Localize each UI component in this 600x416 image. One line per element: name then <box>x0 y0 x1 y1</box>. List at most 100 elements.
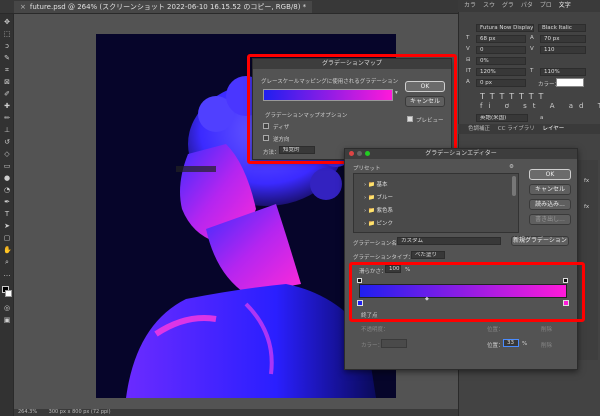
status-bar: 264.3% 300 px x 800 px (72 ppi) <box>14 409 458 416</box>
save-button[interactable]: 書き出し... <box>529 214 571 225</box>
zoom-tool-icon[interactable]: ⌕ <box>3 258 11 266</box>
close-window-icon[interactable] <box>349 151 354 156</box>
pen-tool-icon[interactable]: ✒ <box>3 198 11 206</box>
opacity-delete-label[interactable]: 削除 <box>541 325 552 333</box>
document-size: 300 px x 800 px (72 ppi) <box>48 409 111 415</box>
quick-select-tool-icon[interactable]: ✎ <box>3 54 11 62</box>
horizontal-scale-icon: T <box>530 68 534 74</box>
tab-patterns[interactable]: パタ <box>521 2 533 9</box>
horizontal-scale-field[interactable]: 110% <box>540 68 586 76</box>
tsume-field[interactable]: 0% <box>476 57 526 65</box>
background-color-swatch[interactable] <box>5 290 12 297</box>
tab-cc-libraries[interactable]: CC ライブラリ <box>498 126 535 132</box>
gradient-editor-title-text: グラデーションエディター <box>425 150 497 157</box>
kerning-icon: V <box>466 46 470 52</box>
shape-tool-icon[interactable]: ▢ <box>3 234 11 242</box>
gradient-name-field[interactable]: カスタム <box>397 237 501 245</box>
location-label: 位置： <box>487 343 504 349</box>
vertical-scale-icon: IT <box>466 68 471 74</box>
font-family-select[interactable]: Futura Now Display <box>476 24 534 32</box>
tab-gradients[interactable]: グラ <box>502 2 514 9</box>
history-brush-tool-icon[interactable]: ↺ <box>3 138 11 146</box>
layers-strip: fx fx <box>578 160 598 360</box>
document-tab-bar: × future.psd @ 264% (スクリーンショット 2022-06-10… <box>0 0 458 14</box>
layers-panel-tabs: 色調補正 CC ライブラリ レイヤー <box>458 124 600 134</box>
zoom-level[interactable]: 264.3% <box>18 409 37 415</box>
presets-label: プリセット <box>353 166 381 172</box>
presets-list: › 📁 基本 › 📁 ブルー › 📁 紫色系 › 📁 ピンク <box>353 173 519 233</box>
healing-tool-icon[interactable]: ✚ <box>3 102 11 110</box>
text-style-buttons[interactable]: TTTTTTT <box>480 92 548 101</box>
baseline-field[interactable]: 0 px <box>476 79 526 87</box>
tab-properties[interactable]: プロ <box>540 2 552 9</box>
brush-tool-icon[interactable]: ✏ <box>3 114 11 122</box>
zoom-window-icon[interactable] <box>365 151 370 156</box>
minimize-window-icon[interactable] <box>357 151 362 156</box>
gradient-type-select[interactable]: べた塗り <box>411 251 445 259</box>
stamp-tool-icon[interactable]: ⊥ <box>3 126 11 134</box>
lasso-tool-icon[interactable]: ↄ <box>3 42 11 50</box>
antialias-label: a <box>540 115 544 121</box>
opacity-location-label: 位置： <box>487 327 504 333</box>
tracking-field[interactable]: 110 <box>540 46 586 54</box>
color-delete-label[interactable]: 削除 <box>541 341 552 349</box>
screen-mode-icon[interactable]: ▣ <box>3 316 11 324</box>
opacity-label: 不透明度： <box>361 327 389 333</box>
presets-gear-icon[interactable]: ⚙ <box>509 164 514 170</box>
opentype-buttons[interactable]: fi ơ st A ad T <box>480 102 600 110</box>
gradient-name-label: グラデーション名： <box>353 241 403 247</box>
tab-color[interactable]: カラ <box>464 2 476 9</box>
highlight-gradient-bar <box>349 262 585 322</box>
eraser-tool-icon[interactable]: ◇ <box>3 150 11 158</box>
more-tools-icon[interactable]: … <box>3 270 11 278</box>
eyedropper-tool-icon[interactable]: ✐ <box>3 90 11 98</box>
preset-folder-basic[interactable]: › 📁 基本 <box>364 180 388 188</box>
gradient-tool-icon[interactable]: ▭ <box>3 162 11 170</box>
language-select[interactable]: 英語(米国) <box>476 114 528 122</box>
close-tab-icon[interactable]: × <box>20 3 26 11</box>
text-color-swatch[interactable] <box>556 78 584 87</box>
preset-folder-pink[interactable]: › 📁 ピンク <box>364 219 393 227</box>
move-tool-icon[interactable]: ✥ <box>3 18 11 26</box>
tools-panel: ✥ ⬚ ↄ ✎ ⌗ ⊠ ✐ ✚ ✏ ⊥ ↺ ◇ ▭ ● ◔ ✒ T ➤ ▢ ✋ … <box>0 14 14 416</box>
tab-swatches[interactable]: スウ <box>483 2 495 9</box>
quick-mask-icon[interactable]: ◎ <box>3 304 11 312</box>
tab-character[interactable]: 文字 <box>559 2 571 9</box>
location-field[interactable]: 33 <box>503 339 519 347</box>
frame-tool-icon[interactable]: ⊠ <box>3 78 11 86</box>
leading-field[interactable]: 70 px <box>540 35 586 43</box>
character-panel-tabs: カラ スウ グラ パタ プロ 文字 <box>458 0 600 12</box>
marquee-tool-icon[interactable]: ⬚ <box>3 30 11 38</box>
kerning-field[interactable]: 0 <box>476 46 526 54</box>
document-tab[interactable]: × future.psd @ 264% (スクリーンショット 2022-06-10… <box>14 1 313 13</box>
tab-layers[interactable]: レイヤー <box>542 126 564 132</box>
tab-adjustments[interactable]: 色調補正 <box>468 126 490 132</box>
editor-cancel-button[interactable]: キャンセル <box>529 184 571 195</box>
gradient-editor-dialog: グラデーションエディター プリセット ⚙ › 📁 基本 › 📁 ブルー › 📁 … <box>344 148 578 370</box>
vertical-scale-field[interactable]: 120% <box>476 68 526 76</box>
fx-icon[interactable]: fx <box>584 178 589 184</box>
document-tab-title: future.psd @ 264% (スクリーンショット 2022-06-10 … <box>29 3 307 11</box>
color-label: カラー： <box>361 343 384 349</box>
fx-icon-2[interactable]: fx <box>584 204 589 210</box>
stop-color-swatch[interactable] <box>381 339 407 348</box>
new-gradient-button[interactable]: 新規グラデーション <box>511 236 569 246</box>
baseline-icon: A <box>466 79 470 85</box>
leading-icon: A <box>530 35 534 41</box>
presets-scrollbar[interactable] <box>512 176 516 196</box>
preset-folder-blue[interactable]: › 📁 ブルー <box>364 193 393 201</box>
font-style-select[interactable]: Black Italic <box>538 24 586 32</box>
preset-folder-purple[interactable]: › 📁 紫色系 <box>364 206 393 214</box>
load-button[interactable]: 読み込み... <box>529 199 571 210</box>
hand-tool-icon[interactable]: ✋ <box>3 246 12 254</box>
tracking-icon: V <box>530 46 534 52</box>
font-size-field[interactable]: 68 px <box>476 35 526 43</box>
gradient-type-label: グラデーションタイプ： <box>353 255 414 261</box>
type-tool-icon[interactable]: T <box>3 210 11 218</box>
gradient-editor-title: グラデーションエディター <box>345 149 577 159</box>
editor-ok-button[interactable]: OK <box>529 169 571 180</box>
dodge-tool-icon[interactable]: ◔ <box>3 186 11 194</box>
path-select-tool-icon[interactable]: ➤ <box>3 222 11 230</box>
crop-tool-icon[interactable]: ⌗ <box>3 66 11 74</box>
blur-tool-icon[interactable]: ● <box>3 174 11 182</box>
